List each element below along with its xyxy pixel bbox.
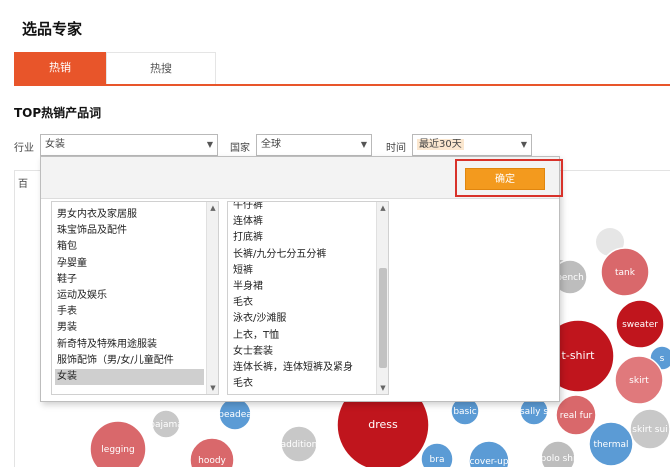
category-item[interactable]: 箱包 xyxy=(55,239,204,255)
bubble-label: skirt sui xyxy=(632,425,667,435)
category-item[interactable]: 手表 xyxy=(55,304,204,320)
confirm-button[interactable]: 确定 xyxy=(465,168,545,190)
subcategory-list: 牛仔裤 连体裤 打底裤 长裤/九分七分五分裤 短裤 半身裙 毛衣 泳衣/沙滩服 上衣，T恤 女士套… xyxy=(231,202,374,392)
category-item[interactable]: 男女内衣及家居服 xyxy=(55,207,204,223)
bubble-label: polo shi xyxy=(541,454,576,464)
category-item[interactable]: 男装 xyxy=(55,320,204,336)
bubble-legging[interactable] xyxy=(89,420,147,467)
category-listbox[interactable]: 男女内衣及家居服 珠宝饰品及配件 箱包 孕婴童 鞋子 运动及娱乐 手表 男装 新奇特及特殊用途服… xyxy=(51,201,219,395)
bubble-label: sally s xyxy=(520,407,548,417)
bubble-label: dress xyxy=(368,418,398,431)
confirm-highlight: 确定 xyxy=(455,159,563,197)
subcategory-item[interactable]: 上衣，T恤 xyxy=(231,328,374,344)
subcategory-item[interactable]: 毛衣 xyxy=(231,295,374,311)
bubble-label: pajama xyxy=(149,420,183,430)
subcategory-item[interactable]: 连体长裤，连体短裤及紧身 xyxy=(231,360,374,376)
bubble-label: bench xyxy=(556,273,584,283)
scroll-down-icon[interactable]: ▼ xyxy=(377,382,388,394)
scroll-up-icon[interactable]: ▲ xyxy=(207,202,218,214)
scroll-thumb[interactable] xyxy=(379,268,387,368)
bubble-label: peadea xyxy=(218,410,252,420)
category-dropdown: 确定 男女内衣及家居服 珠宝饰品及配件 箱包 孕婴童 鞋子 运动及娱乐 手表 男装 新奇特及特殊… xyxy=(40,156,563,402)
category-list: 男女内衣及家居服 珠宝饰品及配件 箱包 孕婴童 鞋子 运动及娱乐 手表 男装 新奇特及特殊用途服… xyxy=(55,207,204,386)
bubble-label: skirt xyxy=(629,376,649,386)
bubble-label: bra xyxy=(430,455,445,465)
category-item[interactable]: 鞋子 xyxy=(55,272,204,288)
category-item[interactable]: 女装 xyxy=(55,369,204,386)
bubble-label: addition xyxy=(281,440,318,450)
bubble-label: s xyxy=(660,354,665,364)
scrollbar[interactable]: ▲ ▼ xyxy=(206,202,218,394)
category-item[interactable]: 运动及娱乐 xyxy=(55,288,204,304)
bubble-label: tank xyxy=(615,268,636,278)
subcategory-item[interactable]: 牛仔裤 xyxy=(231,202,374,214)
scroll-up-icon[interactable]: ▲ xyxy=(377,202,388,214)
bubble-label: hoody xyxy=(198,456,226,466)
category-item[interactable]: 服饰配饰（男/女/儿童配件 xyxy=(55,353,204,369)
category-item[interactable]: 孕婴童 xyxy=(55,256,204,272)
bubble-label: thermal xyxy=(593,440,628,450)
bubble-label: sweater xyxy=(622,320,658,330)
bubble-label: basic xyxy=(453,407,476,417)
bubble-label: t-shirt xyxy=(562,349,596,362)
subcategory-item[interactable]: 打底裤 xyxy=(231,230,374,246)
subcategory-item[interactable]: 连体裤 xyxy=(231,214,374,230)
subcategory-item[interactable]: 毛衣 xyxy=(231,376,374,392)
subcategory-listbox[interactable]: 牛仔裤 连体裤 打底裤 长裤/九分七分五分裤 短裤 半身裙 毛衣 泳衣/沙滩服 上衣，T恤 女士套… xyxy=(227,201,389,395)
subcategory-item[interactable]: 短裤 xyxy=(231,263,374,279)
scroll-down-icon[interactable]: ▼ xyxy=(207,382,218,394)
bubble-label: legging xyxy=(101,445,134,455)
bubble-label: real fur xyxy=(560,411,593,421)
bubble-label: cover-up xyxy=(469,457,508,467)
subcategory-item[interactable]: 半身裙 xyxy=(231,279,374,295)
category-item[interactable]: 珠宝饰品及配件 xyxy=(55,223,204,239)
subcategory-item[interactable]: 泳衣/沙滩服 xyxy=(231,311,374,327)
subcategory-item[interactable]: 长裤/九分七分五分裤 xyxy=(231,247,374,263)
category-item[interactable]: 新奇特及特殊用途服装 xyxy=(55,337,204,353)
scrollbar[interactable]: ▲ ▼ xyxy=(376,202,388,394)
subcategory-item[interactable]: 女士套装 xyxy=(231,344,374,360)
